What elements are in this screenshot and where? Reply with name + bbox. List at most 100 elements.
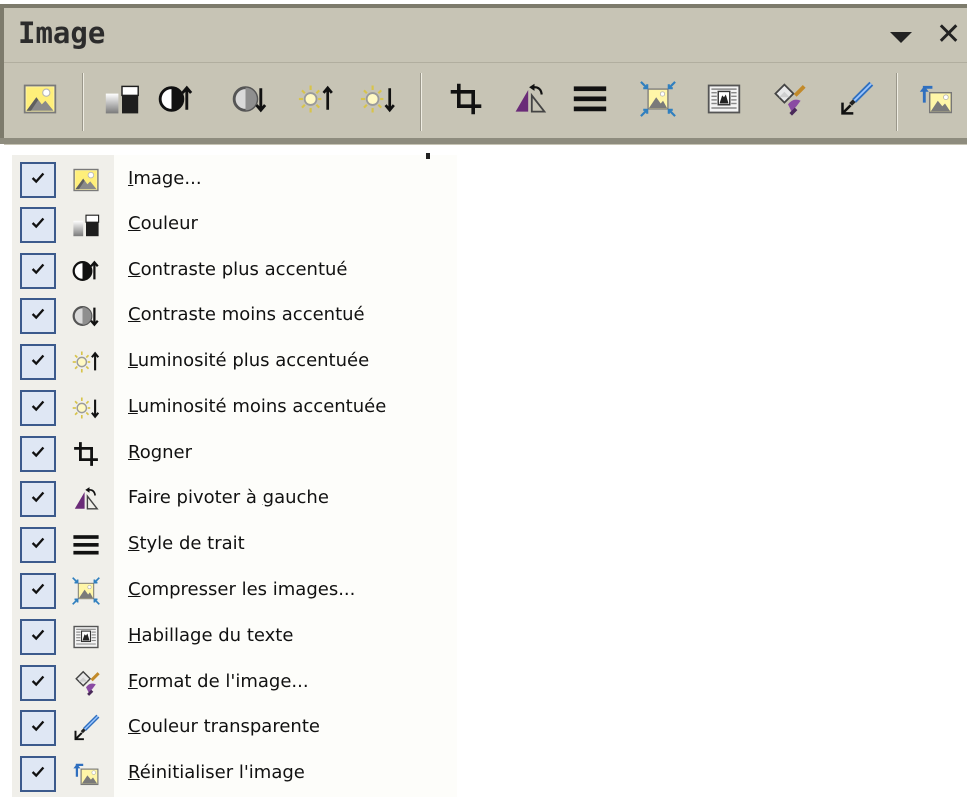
close-icon[interactable]: ✕ xyxy=(936,20,961,50)
checkbox-checked[interactable] xyxy=(20,298,56,334)
crop-button[interactable] xyxy=(440,75,492,127)
toolbar-titlebar[interactable]: Image ✕ xyxy=(4,8,967,62)
menu-item-label-rest: ontraste plus accentué xyxy=(140,259,348,280)
compress-images-button[interactable] xyxy=(632,75,684,127)
color-icon xyxy=(104,81,140,121)
less-brightness-icon xyxy=(66,388,106,428)
menu-item-mnemonic: C xyxy=(128,716,141,737)
menu-item[interactable]: Rogner xyxy=(12,432,457,478)
menu-item-label-rest: ouleur xyxy=(140,213,198,234)
menu-item-mnemonic: R xyxy=(128,762,140,783)
menu-item[interactable]: Format de l'image... xyxy=(12,661,457,707)
checkmark-icon xyxy=(29,260,47,282)
reset-picture-button[interactable] xyxy=(910,75,962,127)
menu-item-label-prefix: Faire pivoter à xyxy=(128,487,263,508)
less-brightness-button[interactable] xyxy=(352,75,404,127)
more-contrast-button[interactable] xyxy=(150,75,202,127)
menu-item-label: Faire pivoter à gauche xyxy=(128,487,329,508)
menu-item[interactable]: Habillage du texte xyxy=(12,615,457,661)
compress-images-icon xyxy=(640,81,676,121)
menu-item[interactable]: Réinitialiser l'image xyxy=(12,752,457,798)
menu-item-label: Couleur transparente xyxy=(128,716,320,737)
checkmark-icon xyxy=(29,717,47,739)
menu-item[interactable]: Style de trait xyxy=(12,523,457,569)
line-style-icon xyxy=(66,525,106,565)
menu-item-label: Luminosité plus accentuée xyxy=(128,350,369,371)
menu-item-mnemonic: R xyxy=(128,442,140,463)
checkbox-checked[interactable] xyxy=(20,436,56,472)
toolbar-separator xyxy=(420,73,422,131)
insert-image-button[interactable] xyxy=(14,75,66,127)
checkmark-icon xyxy=(29,488,47,510)
toolbar-bottom-edge xyxy=(0,138,967,144)
checkbox-checked[interactable] xyxy=(20,344,56,380)
toolbar-options-icon[interactable] xyxy=(890,32,912,43)
set-transparent-color-button[interactable] xyxy=(830,75,882,127)
checkmark-icon xyxy=(29,351,47,373)
checkbox-checked[interactable] xyxy=(20,207,56,243)
image-icon xyxy=(22,81,58,121)
menu-item[interactable]: Contraste plus accentué xyxy=(12,249,457,295)
menu-item-label: Format de l'image... xyxy=(128,671,309,692)
set-transparent-color-icon xyxy=(66,708,106,748)
menu-item[interactable]: Luminosité plus accentuée xyxy=(12,340,457,386)
more-brightness-button[interactable] xyxy=(290,75,342,127)
checkbox-checked[interactable] xyxy=(20,573,56,609)
menu-item[interactable]: Image... xyxy=(12,158,457,204)
menu-item[interactable]: Couleur transparente xyxy=(12,706,457,752)
more-contrast-icon xyxy=(158,81,194,121)
menu-item[interactable]: Compresser les images... xyxy=(12,569,457,615)
menu-item-mnemonic: L xyxy=(128,396,138,417)
menu-item[interactable]: Faire pivoter à gauche xyxy=(12,477,457,523)
checkmark-icon xyxy=(29,305,47,327)
rotate-left-icon xyxy=(512,81,548,121)
menu-item[interactable]: Contraste moins accentué xyxy=(12,294,457,340)
color-button[interactable] xyxy=(96,75,148,127)
checkbox-checked[interactable] xyxy=(20,665,56,701)
checkmark-icon xyxy=(29,214,47,236)
checkbox-checked[interactable] xyxy=(20,162,56,198)
text-wrapping-icon xyxy=(66,617,106,657)
menu-item-label-rest: uminosité moins accentuée xyxy=(137,396,387,417)
menu-item-mnemonic: S xyxy=(128,533,140,554)
checkbox-checked[interactable] xyxy=(20,390,56,426)
checkmark-icon xyxy=(29,580,47,602)
checkbox-checked[interactable] xyxy=(20,710,56,746)
checkbox-checked[interactable] xyxy=(20,253,56,289)
menu-item-mnemonic: C xyxy=(128,259,141,280)
text-wrapping-button[interactable] xyxy=(698,75,750,127)
less-contrast-button[interactable] xyxy=(224,75,276,127)
image-toolbar: Image ✕ xyxy=(0,4,967,145)
menu-item[interactable]: Couleur xyxy=(12,203,457,249)
checkbox-checked[interactable] xyxy=(20,527,56,563)
rotate-left-button[interactable] xyxy=(504,75,556,127)
menu-item[interactable]: Luminosité moins accentuée xyxy=(12,386,457,432)
menu-item-label: Image... xyxy=(128,168,202,189)
more-brightness-icon xyxy=(298,81,334,121)
less-brightness-icon xyxy=(360,81,396,121)
more-contrast-icon xyxy=(66,251,106,291)
checkbox-checked[interactable] xyxy=(20,619,56,655)
format-picture-button[interactable] xyxy=(762,75,814,127)
checkbox-checked[interactable] xyxy=(20,756,56,792)
reset-picture-icon xyxy=(918,81,954,121)
menu-item-label-rest: ompresser les images... xyxy=(140,579,356,600)
checkmark-icon xyxy=(29,443,47,465)
menu-item-label-rest: auche xyxy=(274,487,329,508)
menu-item-label-rest: mage... xyxy=(133,168,202,189)
menu-item-mnemonic: g xyxy=(262,487,275,508)
rotate-left-icon xyxy=(66,479,106,519)
reset-picture-icon xyxy=(66,754,106,794)
menu-item-mnemonic: C xyxy=(128,213,141,234)
toolbar-separator xyxy=(82,73,84,131)
checkmark-icon xyxy=(29,626,47,648)
menu-item-label: Compresser les images... xyxy=(128,579,355,600)
toolbar-title: Image xyxy=(18,16,106,50)
checkbox-checked[interactable] xyxy=(20,481,56,517)
menu-item-mnemonic: H xyxy=(128,625,142,646)
line-style-button[interactable] xyxy=(564,75,616,127)
more-brightness-icon xyxy=(66,342,106,382)
crop-icon xyxy=(448,81,484,121)
menu-item-label-rest: éinitialiser l'image xyxy=(139,762,305,783)
menu-item-label-rest: ogner xyxy=(139,442,193,463)
